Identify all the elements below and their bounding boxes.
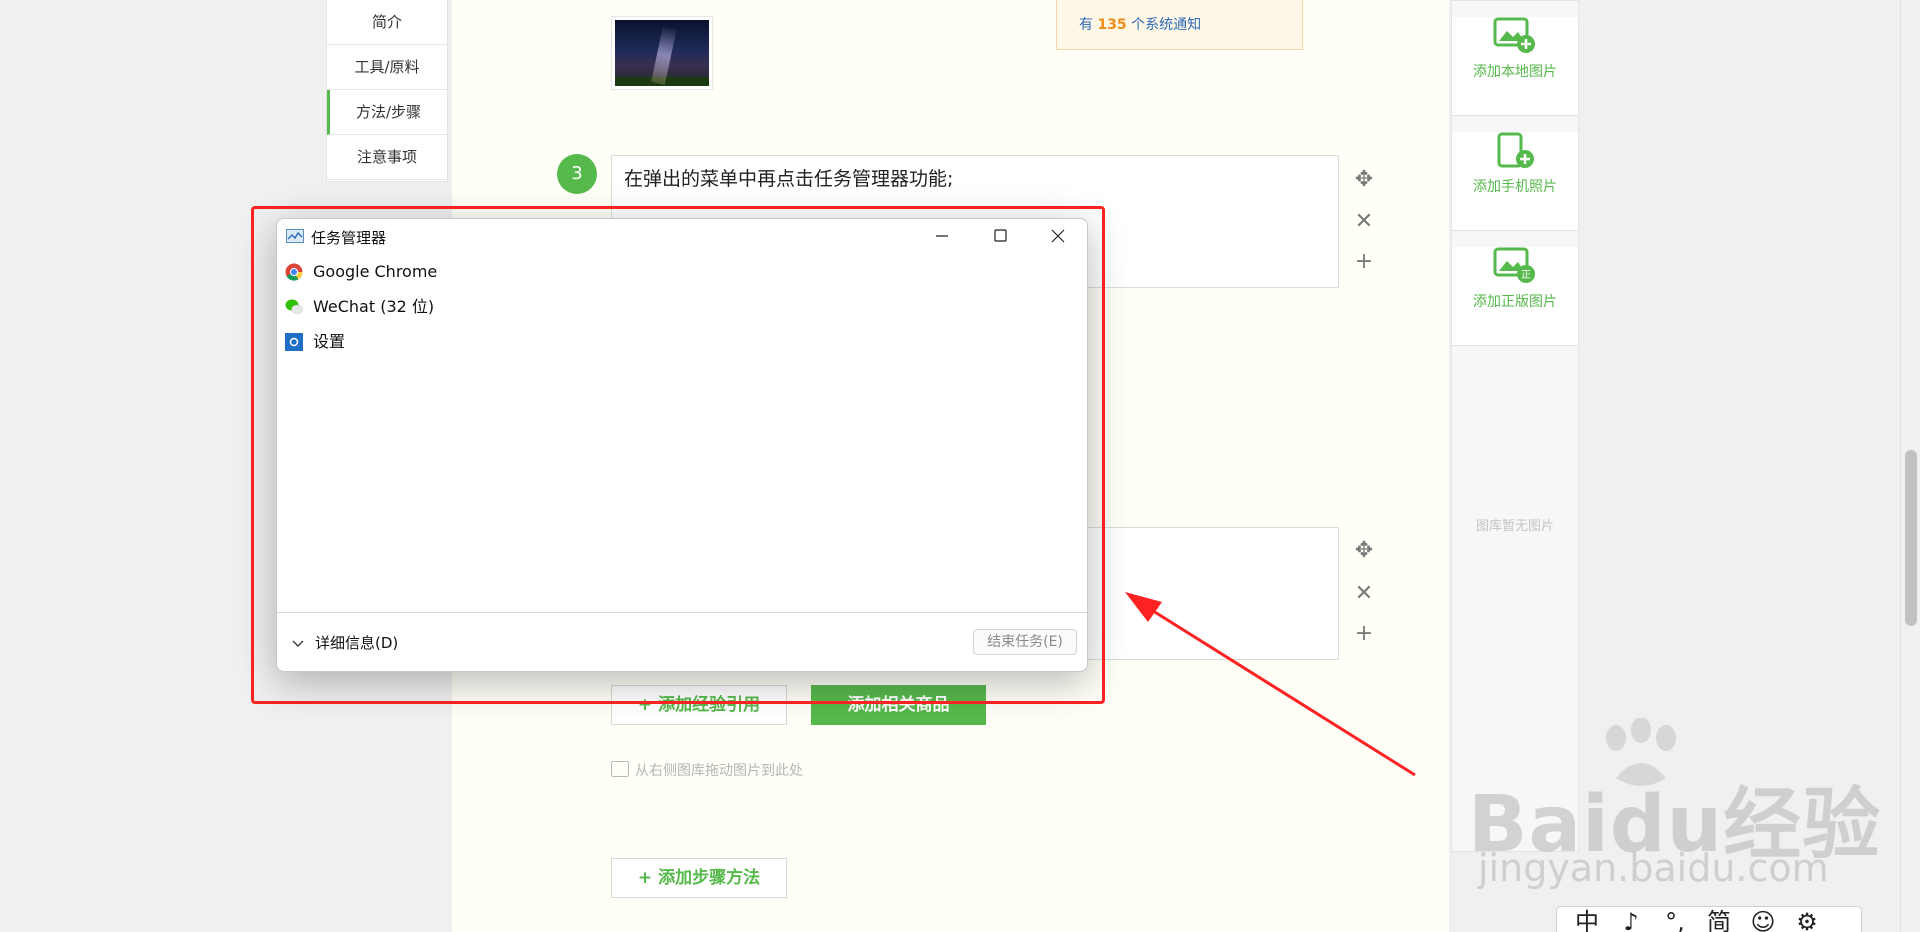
ime-chinese[interactable]: 中: [1565, 907, 1609, 932]
details-toggle[interactable]: 详细信息(D): [291, 632, 398, 653]
ime-settings-icon[interactable]: ⚙: [1785, 907, 1829, 932]
task-manager-footer: 详细信息(D) 结束任务(E): [277, 612, 1087, 671]
thumbnail-image: [615, 20, 709, 86]
add-licensed-image-label: 添加正版图片: [1473, 294, 1557, 310]
add-reference-button[interactable]: + 添加经验引用: [611, 685, 787, 725]
nav-item-intro[interactable]: 简介: [327, 0, 447, 45]
nav-item-steps[interactable]: 方法/步骤: [327, 90, 447, 135]
wechat-icon: [285, 299, 303, 315]
add-phone-photo-label: 添加手机照片: [1473, 179, 1557, 195]
minimize-button[interactable]: [913, 219, 971, 253]
add-product-button[interactable]: 添加相关商品: [811, 685, 986, 725]
image-licensed-icon: 正: [1493, 247, 1537, 285]
notify-count: 135: [1097, 17, 1127, 33]
add-phone-photo-button[interactable]: 添加手机照片: [1452, 132, 1578, 231]
task-manager-window: 任务管理器 Google Chrome WeChat (32 位) 设置 详细信…: [276, 218, 1088, 672]
minimize-icon: [936, 235, 948, 237]
ime-simplified[interactable]: 简: [1697, 907, 1741, 932]
image-add-icon: [1493, 17, 1537, 55]
ime-emoji-icon[interactable]: ☺: [1741, 907, 1785, 932]
nav-item-notes[interactable]: 注意事项: [327, 135, 447, 180]
move-icon-2[interactable]: ✥: [1352, 539, 1376, 563]
details-label: 详细信息(D): [315, 634, 399, 652]
process-name: 设置: [313, 332, 346, 351]
nav-item-tools[interactable]: 工具/原料: [327, 45, 447, 90]
left-nav: 简介 工具/原料 方法/步骤 注意事项: [326, 0, 448, 182]
task-manager-icon: [286, 229, 304, 243]
maximize-button[interactable]: [971, 219, 1029, 253]
process-chrome[interactable]: Google Chrome: [285, 259, 437, 285]
close-icon: [1051, 229, 1065, 243]
ime-moon-icon[interactable]: ♪: [1609, 907, 1653, 932]
watermark-sub: jingyan.baidu.com: [1478, 846, 1829, 890]
move-icon[interactable]: ✥: [1352, 168, 1376, 192]
maximize-icon: [994, 229, 1007, 242]
svg-text:正: 正: [1521, 270, 1531, 281]
task-manager-titlebar[interactable]: 任务管理器: [277, 219, 1087, 253]
chevron-down-icon: [292, 640, 304, 647]
phone-add-icon: [1493, 132, 1537, 170]
task-manager-title: 任务管理器: [311, 229, 387, 247]
add-icon[interactable]: +: [1352, 250, 1376, 274]
page-scrollbar[interactable]: [1900, 0, 1920, 932]
drop-hint: 从右侧图库拖动图片到此处: [611, 760, 803, 780]
delete-icon[interactable]: ✕: [1352, 210, 1376, 234]
close-button[interactable]: [1029, 219, 1087, 253]
process-name: WeChat (32 位): [313, 297, 435, 316]
add-licensed-image-button[interactable]: 正 添加正版图片: [1452, 247, 1578, 346]
add-local-image-button[interactable]: 添加本地图片: [1452, 17, 1578, 116]
add-step-button[interactable]: + 添加步骤方法: [611, 858, 787, 898]
settings-icon: [285, 333, 303, 351]
ime-punct[interactable]: °,: [1653, 907, 1697, 932]
image-drop-icon: [611, 761, 629, 777]
process-settings[interactable]: 设置: [285, 329, 345, 355]
library-empty-text: 图库暂无图片: [1475, 519, 1554, 534]
delete-icon-2[interactable]: ✕: [1352, 582, 1376, 606]
system-notification[interactable]: 有 135 个系统通知: [1056, 0, 1303, 50]
process-wechat[interactable]: WeChat (32 位): [285, 294, 434, 320]
add-icon-2[interactable]: +: [1352, 622, 1376, 646]
baidu-watermark: Baidu经验 jingyan.baidu.com: [1468, 718, 1900, 898]
notify-suffix: 个系统通知: [1131, 17, 1202, 33]
chrome-icon: [285, 263, 303, 281]
step-thumbnail[interactable]: [611, 16, 713, 90]
scrollbar-thumb[interactable]: [1905, 450, 1917, 626]
step-number: 3: [557, 154, 597, 194]
notify-prefix: 有: [1079, 17, 1093, 33]
drop-hint-text: 从右侧图库拖动图片到此处: [635, 763, 803, 779]
end-task-button[interactable]: 结束任务(E): [973, 629, 1077, 655]
ime-toolbar[interactable]: 中 ♪ °, 简 ☺ ⚙: [1556, 906, 1862, 932]
add-local-image-label: 添加本地图片: [1473, 64, 1557, 80]
process-name: Google Chrome: [313, 262, 438, 281]
